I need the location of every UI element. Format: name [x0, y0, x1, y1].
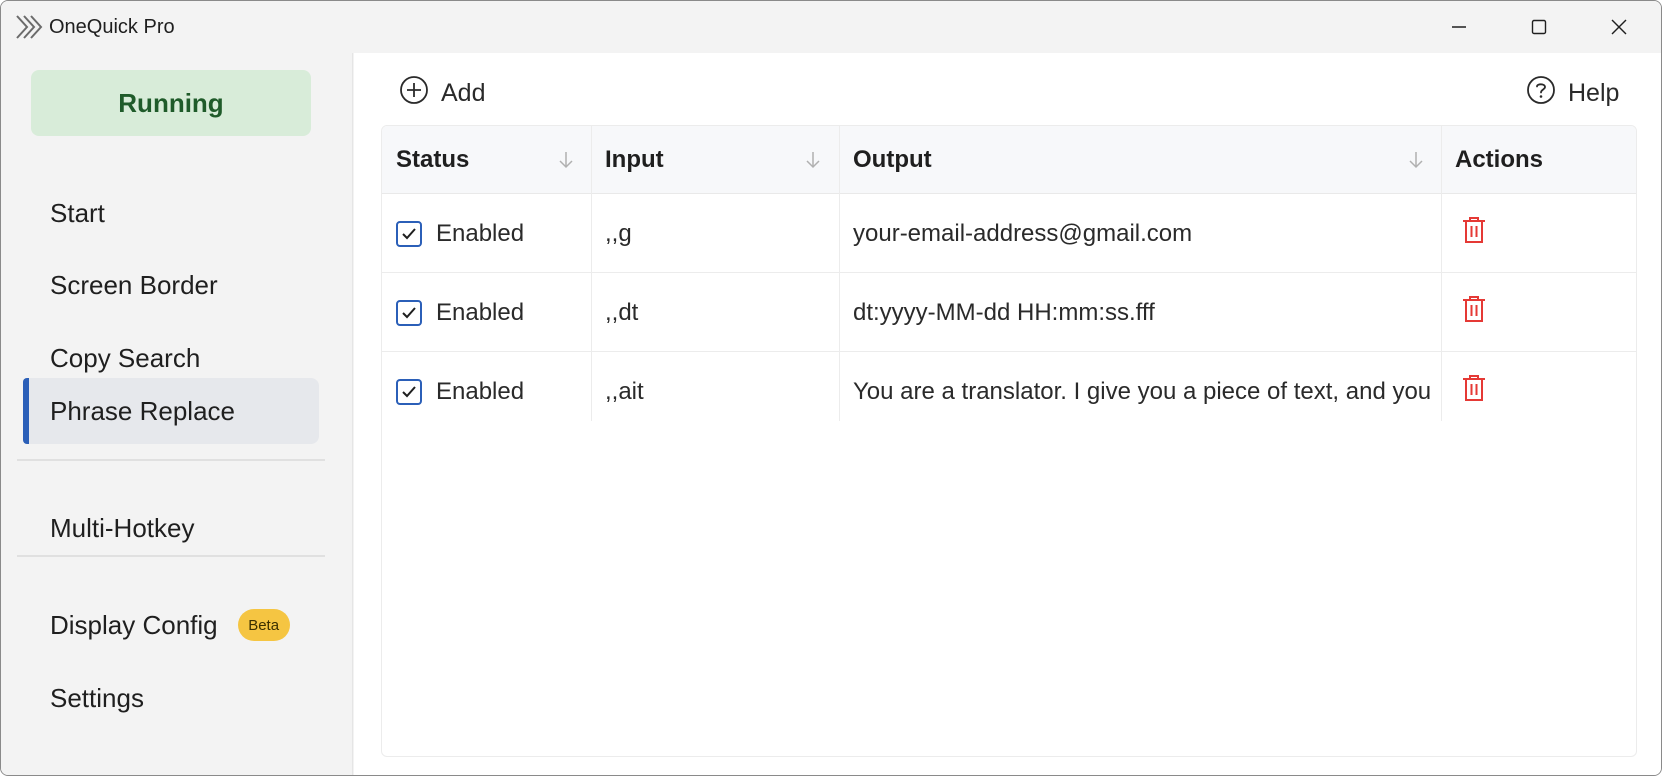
sidebar-item-label: Copy Search: [50, 342, 201, 373]
enabled-checkbox[interactable]: [396, 299, 422, 326]
minimize-icon: [1451, 19, 1467, 35]
input-cell[interactable]: ,,dt: [605, 273, 830, 352]
trash-icon: [1461, 294, 1487, 331]
column-header-output[interactable]: Output: [839, 126, 1441, 194]
sidebar-item-label: Start: [50, 197, 105, 228]
delete-button[interactable]: [1454, 372, 1494, 412]
add-label: Add: [441, 78, 486, 107]
main-panel: Add Help Status Input Output Actions Ena…: [354, 53, 1661, 775]
app-title: OneQuick Pro: [49, 16, 175, 38]
help-circle-icon: [1526, 75, 1568, 112]
status-label: Enabled: [436, 298, 525, 326]
sidebar-divider: [17, 555, 325, 557]
running-status-button[interactable]: Running: [31, 70, 311, 136]
sidebar-item-phrase-replace[interactable]: Phrase Replace: [23, 378, 319, 444]
add-button[interactable]: Add: [399, 73, 485, 113]
output-cell[interactable]: your-email-address@gmail.com: [853, 194, 1431, 273]
status-label: Enabled: [436, 377, 525, 405]
status-cell: Enabled: [396, 273, 586, 352]
input-cell[interactable]: ,,g: [605, 194, 830, 273]
trash-icon: [1461, 373, 1487, 410]
close-icon: [1610, 18, 1628, 36]
output-cell[interactable]: dt:yyyy-MM-dd HH:mm:ss.fff: [853, 273, 1431, 352]
help-label: Help: [1568, 78, 1620, 107]
sort-arrow-icon[interactable]: [1406, 150, 1426, 175]
actions-cell: [1454, 352, 1604, 431]
phrase-table: Status Input Output Actions Enabled ,,g …: [381, 125, 1637, 757]
sidebar-divider: [17, 459, 325, 461]
sidebar-item-label: Screen Border: [50, 269, 218, 300]
maximize-button[interactable]: [1499, 1, 1579, 53]
table-row[interactable]: Enabled ,,ait You are a translator. I gi…: [382, 352, 1636, 431]
column-header-input[interactable]: Input: [591, 126, 839, 194]
table-header: Status Input Output Actions: [382, 126, 1636, 194]
enabled-checkbox[interactable]: [396, 378, 422, 405]
sort-arrow-icon[interactable]: [803, 150, 823, 175]
sort-arrow-icon[interactable]: [556, 150, 576, 175]
column-header-actions: Actions: [1455, 146, 1544, 173]
sidebar-item-label: Phrase Replace: [50, 395, 235, 426]
sidebar-item-settings[interactable]: Settings: [23, 665, 319, 731]
add-circle-icon: [399, 75, 441, 112]
maximize-icon: [1531, 19, 1547, 35]
delete-button[interactable]: [1454, 214, 1494, 254]
minimize-button[interactable]: [1419, 1, 1499, 53]
enabled-checkbox[interactable]: [396, 220, 422, 247]
input-cell[interactable]: ,,ait: [605, 352, 830, 431]
sidebar-item-display-config[interactable]: Display Config Beta: [23, 592, 319, 658]
status-cell: Enabled: [396, 352, 586, 431]
sidebar-item-label: Display Config: [50, 609, 218, 640]
actions-cell: [1454, 273, 1604, 352]
sidebar-item-multi-hotkey[interactable]: Multi-Hotkey: [23, 495, 319, 561]
sidebar-item-label: Settings: [50, 682, 144, 713]
close-button[interactable]: [1579, 1, 1659, 53]
title-bar: OneQuick Pro: [1, 1, 1661, 53]
beta-badge: Beta: [237, 609, 290, 641]
sidebar: Running Start Screen Border Copy Search …: [1, 53, 353, 775]
actions-cell: [1454, 194, 1604, 273]
delete-button[interactable]: [1454, 293, 1494, 333]
status-cell: Enabled: [396, 194, 586, 273]
app-logo-icon: [15, 14, 43, 40]
app-window: OneQuick Pro Running Start Screen Border…: [0, 0, 1662, 776]
table-row[interactable]: Enabled ,,dt dt:yyyy-MM-dd HH:mm:ss.fff: [382, 273, 1636, 352]
sidebar-item-label: Multi-Hotkey: [50, 512, 195, 543]
sidebar-item-screen-border[interactable]: Screen Border: [23, 252, 319, 318]
status-label: Enabled: [436, 219, 525, 247]
table-row[interactable]: Enabled ,,g your-email-address@gmail.com: [382, 194, 1636, 273]
sidebar-item-start[interactable]: Start: [23, 180, 319, 246]
trash-icon: [1461, 215, 1487, 252]
output-cell[interactable]: You are a translator. I give you a piece…: [853, 352, 1431, 431]
help-button[interactable]: Help: [1526, 73, 1619, 113]
